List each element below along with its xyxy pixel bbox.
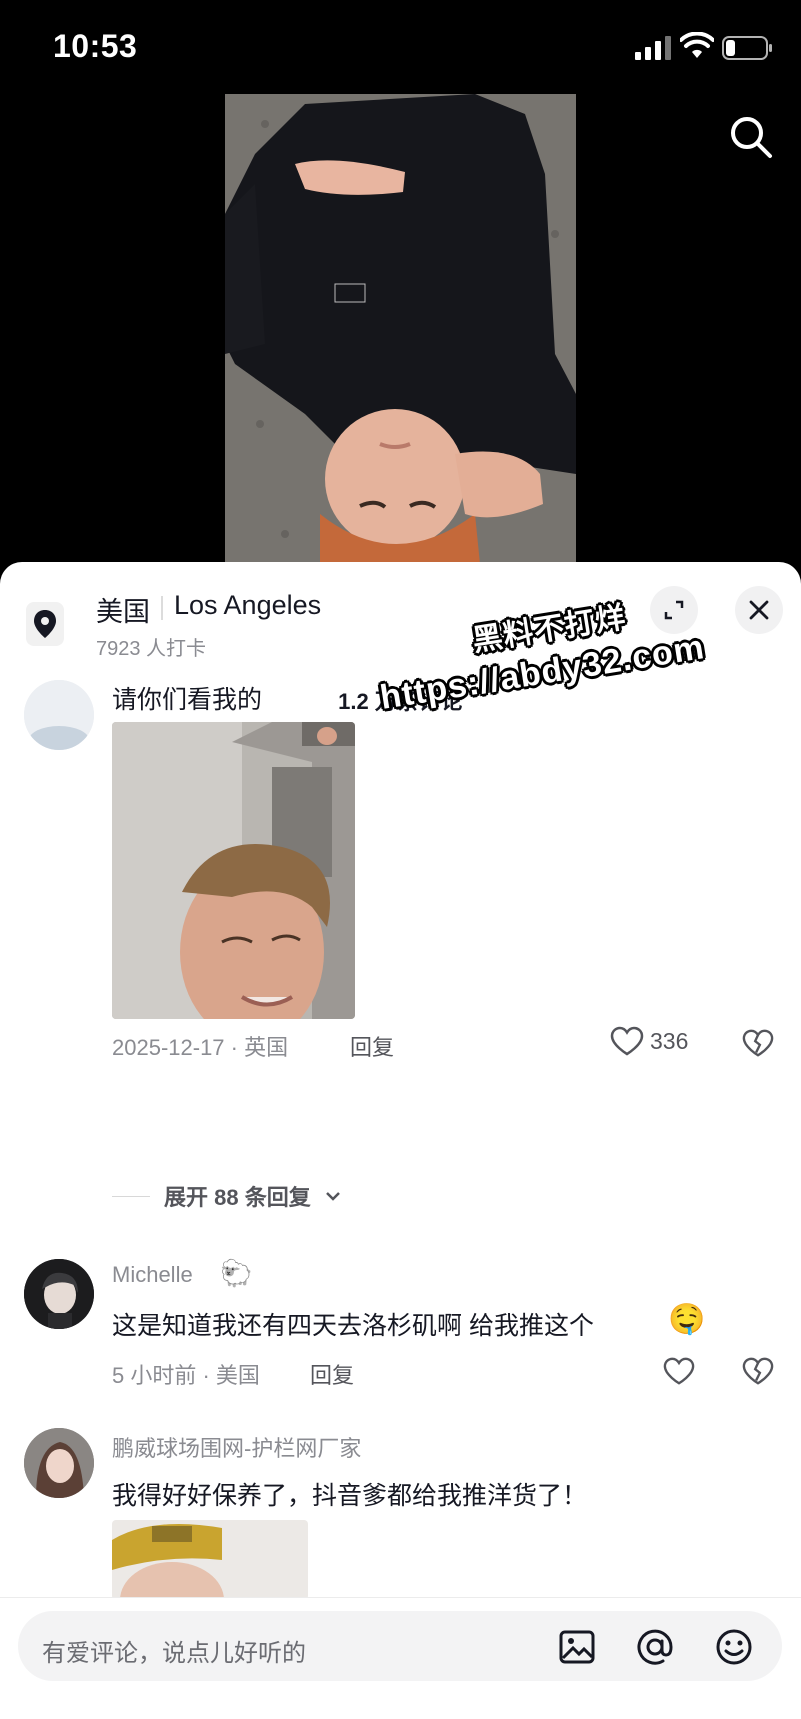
status-bar: 10:53 bbox=[0, 0, 801, 100]
battery-icon bbox=[722, 36, 772, 60]
location-country[interactable]: 美国 bbox=[96, 590, 150, 629]
reply-button[interactable]: 回复 bbox=[310, 1358, 354, 1390]
status-time: 10:53 bbox=[53, 28, 138, 64]
comment-text: 我得好好保养了，抖音爹都给我推洋货了！ bbox=[112, 1482, 588, 1510]
reply-button[interactable]: 回复 bbox=[350, 1030, 394, 1062]
comment-date: 5 小时前 · 美国 bbox=[112, 1363, 260, 1388]
avatar[interactable] bbox=[24, 680, 94, 750]
like-button[interactable]: 336 bbox=[610, 1026, 688, 1056]
expand-icon bbox=[664, 600, 684, 620]
emoji-icon[interactable] bbox=[714, 1627, 754, 1667]
divider-line bbox=[112, 1195, 150, 1197]
location-pin-icon bbox=[26, 602, 64, 646]
expand-button[interactable] bbox=[650, 586, 698, 634]
chevron-down-icon bbox=[325, 1192, 340, 1201]
close-button[interactable] bbox=[735, 586, 783, 634]
comment-text: 这是知道我还有四天去洛杉矶啊 给我推这个 bbox=[112, 1312, 594, 1340]
at-icon[interactable] bbox=[635, 1627, 675, 1667]
avatar[interactable] bbox=[24, 1259, 94, 1329]
search-icon[interactable] bbox=[728, 114, 774, 160]
location-city[interactable]: Los Angeles bbox=[174, 590, 321, 621]
video-frame[interactable] bbox=[225, 94, 576, 564]
image-icon[interactable] bbox=[557, 1627, 597, 1667]
close-icon bbox=[749, 600, 769, 620]
avatar[interactable] bbox=[24, 1428, 94, 1498]
expand-replies-label: 展开 88 条回复 bbox=[164, 1185, 311, 1210]
video-image bbox=[225, 94, 576, 564]
expand-replies[interactable]: 展开 88 条回复 bbox=[112, 1180, 341, 1212]
heart-icon bbox=[610, 1026, 644, 1056]
wifi-icon bbox=[680, 32, 714, 58]
like-count: 336 bbox=[650, 1027, 689, 1054]
comment-username[interactable]: Michelle bbox=[112, 1262, 193, 1288]
broken-heart-icon[interactable] bbox=[742, 1028, 774, 1058]
drooling-emoji-icon: 🤤 bbox=[668, 1303, 706, 1336]
comment-image[interactable] bbox=[112, 1520, 308, 1600]
comment-input-bar: 有爱评论，说点儿好听的 bbox=[0, 1597, 801, 1719]
comment-input-placeholder: 有爱评论，说点儿好听的 bbox=[42, 1640, 306, 1667]
signal-icon bbox=[635, 36, 671, 60]
comment-input[interactable]: 有爱评论，说点儿好听的 bbox=[18, 1611, 782, 1681]
heart-icon[interactable] bbox=[663, 1356, 695, 1386]
comment-text: 请你们看我的 bbox=[112, 686, 263, 714]
location-divider bbox=[161, 596, 163, 620]
comment-sheet: 美国 Los Angeles 7923 人打卡 1.2 万条评论 请你们看我的 bbox=[0, 562, 801, 1719]
comment-username[interactable]: 鹏威球场围网-护栏网厂家 bbox=[112, 1431, 361, 1463]
location-checkins: 7923 人打卡 bbox=[96, 638, 207, 660]
comment-image[interactable] bbox=[112, 722, 355, 1019]
broken-heart-icon[interactable] bbox=[742, 1356, 774, 1386]
sheep-emoji-icon: 🐑 bbox=[220, 1258, 253, 1288]
comment-date: 2025-12-17 · 英国 bbox=[112, 1035, 289, 1060]
